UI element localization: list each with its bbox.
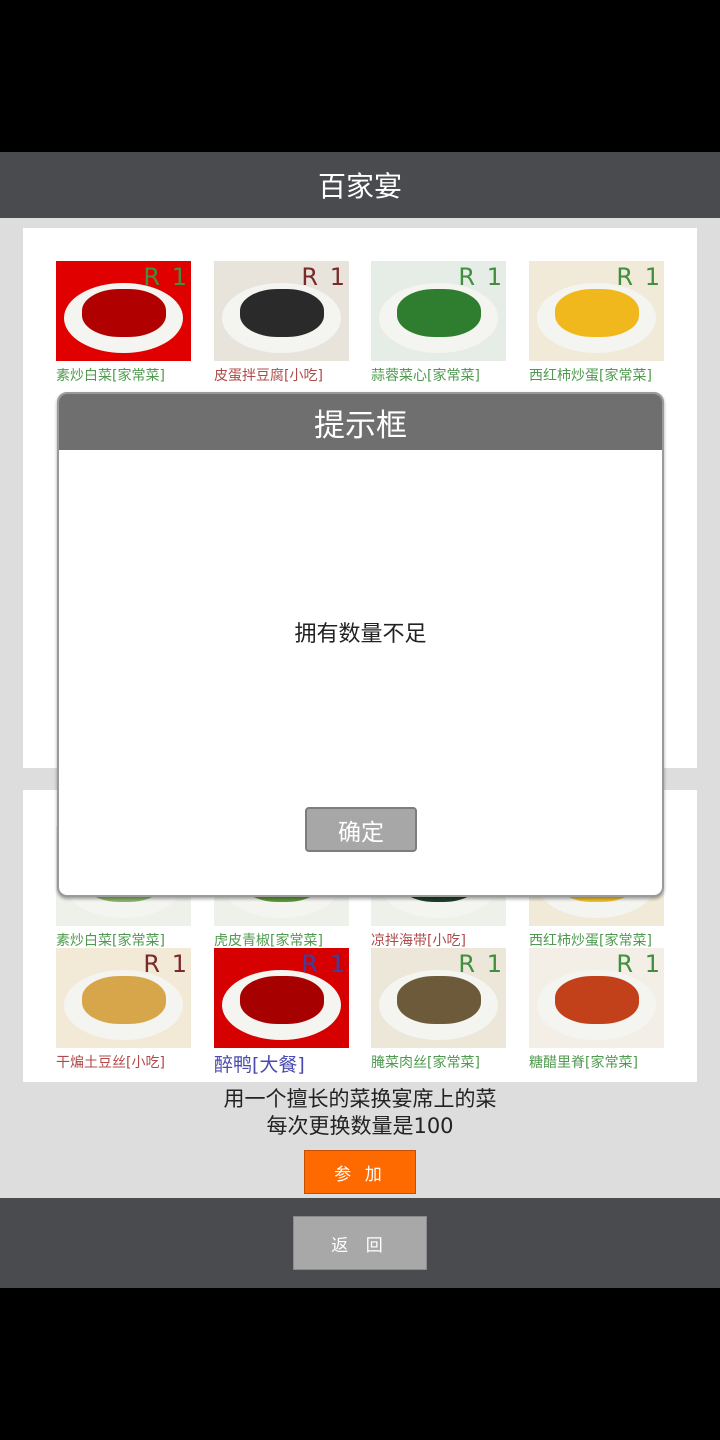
food-shape xyxy=(397,289,481,337)
dialog-message: 拥有数量不足 xyxy=(294,622,427,647)
dish-photo: R 1 xyxy=(214,261,349,361)
bottom-bar: 返 回 xyxy=(0,1198,720,1288)
dish-tile[interactable]: R 1 干煸土豆丝[小吃] xyxy=(56,948,191,1072)
rank-tag: R 1 xyxy=(143,263,189,291)
food-shape xyxy=(240,976,324,1024)
exchange-info-line-1: 用一个擅长的菜换宴席上的菜 xyxy=(223,1087,497,1111)
dish-photo: R 1 xyxy=(529,261,664,361)
back-button[interactable]: 返 回 xyxy=(293,1216,427,1270)
dish-name: 腌菜肉丝[家常菜] xyxy=(371,1055,480,1071)
food-shape xyxy=(555,976,639,1024)
dish-tile[interactable]: R 1 蒜蓉菜心[家常菜] xyxy=(371,261,506,385)
rank-tag: R 1 xyxy=(301,263,347,291)
food-shape xyxy=(555,289,639,337)
dish-name: 素炒白菜[家常菜] xyxy=(56,933,165,949)
dish-name: 西红柿炒蛋[家常菜] xyxy=(529,368,652,384)
dish-name: 西红柿炒蛋[家常菜] xyxy=(529,933,652,949)
dish-tile[interactable]: R 1 素炒白菜[家常菜] xyxy=(56,261,191,385)
food-shape xyxy=(240,289,324,337)
dish-name: 皮蛋拌豆腐[小吃] xyxy=(214,368,323,384)
dish-name: 干煸土豆丝[小吃] xyxy=(56,1055,165,1071)
dish-tile[interactable]: R 1 醉鸭[大餐] xyxy=(214,948,349,1077)
dish-name: 虎皮青椒[家常菜] xyxy=(214,933,323,949)
rank-tag: R 1 xyxy=(301,950,347,978)
dish-name: 蒜蓉菜心[家常菜] xyxy=(371,368,480,384)
dish-name: 凉拌海带[小吃] xyxy=(371,933,466,949)
rank-tag: R 1 xyxy=(616,263,662,291)
rank-tag: R 1 xyxy=(458,950,504,978)
rank-tag: R 1 xyxy=(616,950,662,978)
dialog-ok-button[interactable]: 确定 xyxy=(305,807,417,852)
food-shape xyxy=(82,289,166,337)
dish-name: 素炒白菜[家常菜] xyxy=(56,368,165,384)
dish-tile[interactable]: R 1 糖醋里脊[家常菜] xyxy=(529,948,664,1072)
dish-name: 糖醋里脊[家常菜] xyxy=(529,1055,638,1071)
dish-photo: R 1 xyxy=(56,948,191,1048)
food-shape xyxy=(397,976,481,1024)
join-button[interactable]: 参 加 xyxy=(304,1150,416,1194)
exchange-info: 用一个擅长的菜换宴席上的菜 每次更换数量是100 xyxy=(0,1086,720,1140)
dish-photo: R 1 xyxy=(529,948,664,1048)
dish-photo: R 1 xyxy=(56,261,191,361)
page-title: 百家宴 xyxy=(317,170,402,203)
dish-photo: R 1 xyxy=(214,948,349,1048)
rank-tag: R 1 xyxy=(458,263,504,291)
dish-tile[interactable]: R 1 腌菜肉丝[家常菜] xyxy=(371,948,506,1072)
dish-tile[interactable]: R 1 皮蛋拌豆腐[小吃] xyxy=(214,261,349,385)
dialog-title: 提示框 xyxy=(59,394,662,450)
exchange-info-line-2: 每次更换数量是100 xyxy=(266,1114,454,1138)
screen: 百家宴 R 1 素炒白菜[家常菜] R 1 皮蛋拌豆腐[小吃] R 1 蒜蓉菜心[家常菜]… xyxy=(0,0,720,1440)
title-bar: 百家宴 xyxy=(0,152,720,218)
dish-photo: R 1 xyxy=(371,948,506,1048)
dish-tile[interactable]: R 1 西红柿炒蛋[家常菜] xyxy=(529,261,664,385)
food-shape xyxy=(82,976,166,1024)
dish-photo: R 1 xyxy=(371,261,506,361)
dish-name: 醉鸭[大餐] xyxy=(214,1054,305,1076)
alert-dialog: 提示框 拥有数量不足 确定 xyxy=(57,392,664,897)
rank-tag: R 1 xyxy=(143,950,189,978)
